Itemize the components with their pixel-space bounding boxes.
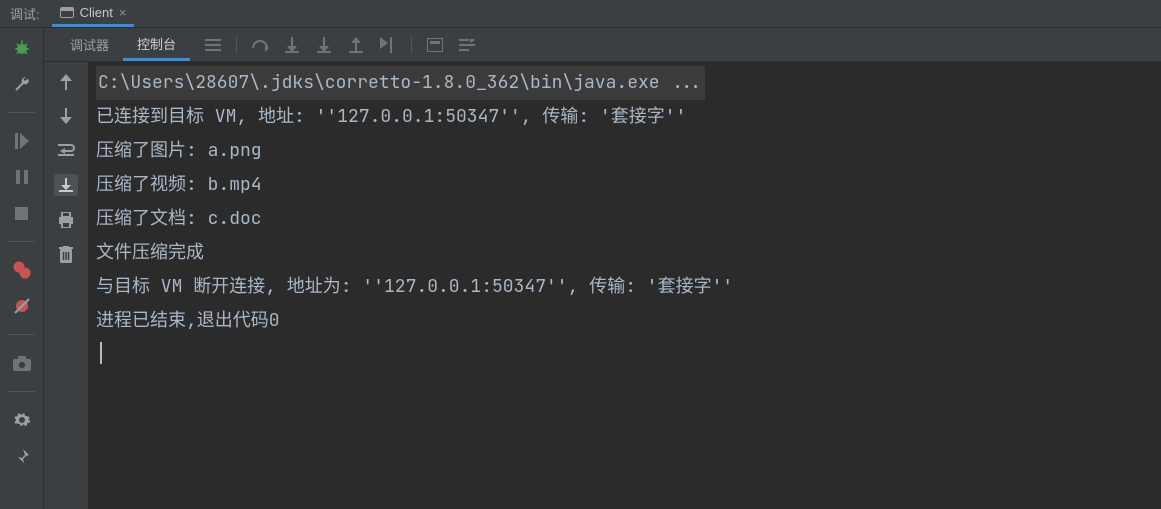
console-command-line: C:\Users\28607\.jdks\corretto-1.8.0_362\… [92, 66, 1161, 100]
pause-icon[interactable] [12, 167, 32, 187]
debug-header: 调试: Client × [0, 0, 1161, 28]
bug-icon[interactable] [12, 38, 32, 58]
separator [9, 241, 35, 242]
print-icon[interactable] [56, 210, 76, 230]
separator [9, 391, 35, 392]
force-step-into-icon[interactable] [315, 36, 333, 54]
run-config-tab[interactable]: Client × [52, 1, 135, 27]
window-icon [60, 7, 74, 18]
debug-label: 调试: [10, 4, 40, 23]
view-breakpoints-icon[interactable] [12, 260, 32, 280]
wrench-icon[interactable] [12, 74, 32, 94]
console-line: 压缩了视频: b.mp4 [92, 168, 1161, 202]
console-cursor-line [92, 338, 1161, 372]
tab-console[interactable]: 控制台 [123, 28, 190, 61]
separator [411, 36, 412, 54]
scroll-down-icon[interactable] [56, 106, 76, 126]
resume-icon[interactable] [12, 131, 32, 151]
step-out-icon[interactable] [347, 36, 365, 54]
step-toolbar [190, 28, 476, 61]
console-tabs: 调试器 控制台 [44, 28, 1161, 62]
run-config-name: Client [80, 5, 113, 20]
tab-debugger[interactable]: 调试器 [56, 28, 123, 61]
evaluate-expression-icon[interactable] [426, 36, 444, 54]
settings-icon[interactable] [12, 410, 32, 430]
text-cursor [100, 342, 102, 364]
separator [9, 334, 35, 335]
debug-tool-strip [0, 28, 44, 509]
console-line: 进程已结束,退出代码0 [92, 304, 1161, 338]
clear-all-icon[interactable] [56, 244, 76, 264]
console-line: 与目标 VM 断开连接, 地址为: ''127.0.0.1:50347'', 传… [92, 270, 1161, 304]
mute-breakpoints-icon[interactable] [12, 296, 32, 316]
console-output[interactable]: C:\Users\28607\.jdks\corretto-1.8.0_362\… [88, 62, 1161, 509]
trace-current-stream-chain-icon[interactable] [458, 36, 476, 54]
tab-console-label: 控制台 [137, 34, 176, 53]
run-to-cursor-icon[interactable] [379, 36, 397, 54]
step-over-icon[interactable] [251, 36, 269, 54]
tab-debugger-label: 调试器 [70, 35, 109, 54]
show-execution-point-icon[interactable] [204, 36, 222, 54]
scroll-up-icon[interactable] [56, 72, 76, 92]
console-line: 压缩了文档: c.doc [92, 202, 1161, 236]
console-line: 压缩了图片: a.png [92, 134, 1161, 168]
separator [236, 36, 237, 54]
console-line: 已连接到目标 VM, 地址: ''127.0.0.1:50347'', 传输: … [92, 100, 1161, 134]
console-line: 文件压缩完成 [92, 236, 1161, 270]
step-into-icon[interactable] [283, 36, 301, 54]
close-icon[interactable]: × [119, 5, 127, 20]
console-gutter [44, 62, 88, 509]
pin-icon[interactable] [12, 446, 32, 466]
stop-icon[interactable] [12, 203, 32, 223]
separator [9, 112, 35, 113]
soft-wrap-icon[interactable] [56, 140, 76, 160]
camera-icon[interactable] [12, 353, 32, 373]
console-command: C:\Users\28607\.jdks\corretto-1.8.0_362\… [96, 66, 705, 100]
scroll-to-end-icon[interactable] [54, 174, 78, 196]
